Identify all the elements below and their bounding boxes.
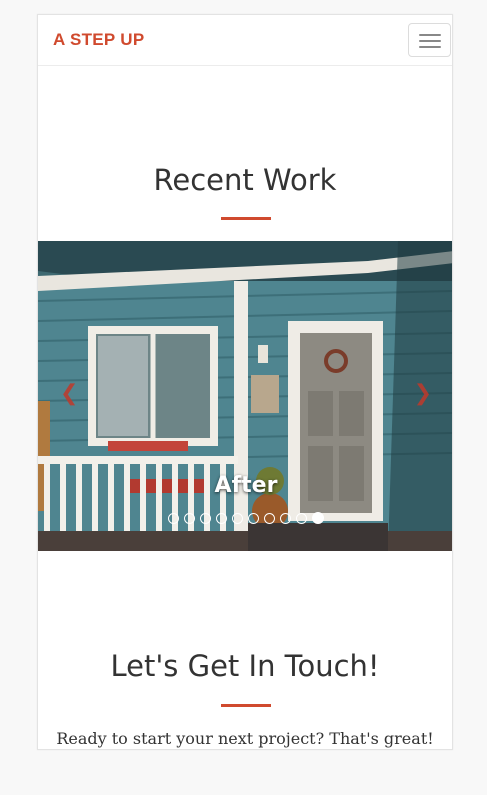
hamburger-menu-icon bbox=[419, 40, 441, 42]
contact-lead-text: Ready to start your next project? That's… bbox=[56, 729, 434, 748]
carousel-indicator-dot[interactable] bbox=[184, 513, 195, 524]
carousel-indicator-dot[interactable] bbox=[264, 513, 275, 524]
carousel-indicator-dot[interactable] bbox=[312, 512, 324, 524]
carousel-indicator-dot[interactable] bbox=[200, 513, 211, 524]
carousel-indicator-dot[interactable] bbox=[296, 513, 307, 524]
navbar-toggle-button[interactable] bbox=[408, 23, 451, 57]
chevron-right-icon: ❯ bbox=[413, 381, 432, 406]
slide-image bbox=[38, 241, 452, 551]
carousel-indicator-dot[interactable] bbox=[248, 513, 259, 524]
carousel-indicator-dot[interactable] bbox=[232, 513, 243, 524]
navbar: A STEP UP bbox=[38, 15, 452, 66]
heading-divider bbox=[221, 704, 271, 707]
carousel-indicator-dot[interactable] bbox=[216, 513, 227, 524]
recent-work-heading: Recent Work bbox=[153, 163, 337, 197]
carousel-indicators bbox=[38, 512, 452, 524]
recent-work-carousel[interactable]: ❮ ❯ After bbox=[38, 241, 452, 551]
carousel-prev-control[interactable]: ❮ bbox=[60, 381, 78, 406]
hamburger-menu-icon bbox=[419, 46, 441, 48]
carousel-caption: After bbox=[214, 473, 278, 498]
heading-divider bbox=[221, 217, 271, 220]
contact-heading: Let's Get In Touch! bbox=[110, 649, 380, 683]
page-container: A STEP UP Recent Work ❮ ❯ After Let's Ge… bbox=[37, 14, 453, 750]
brand-link[interactable]: A STEP UP bbox=[53, 30, 145, 50]
chevron-left-icon: ❮ bbox=[60, 381, 79, 406]
hamburger-menu-icon bbox=[419, 34, 441, 36]
carousel-indicator-dot[interactable] bbox=[280, 513, 291, 524]
carousel-indicator-dot[interactable] bbox=[168, 513, 179, 524]
carousel-next-control[interactable]: ❯ bbox=[414, 381, 432, 406]
